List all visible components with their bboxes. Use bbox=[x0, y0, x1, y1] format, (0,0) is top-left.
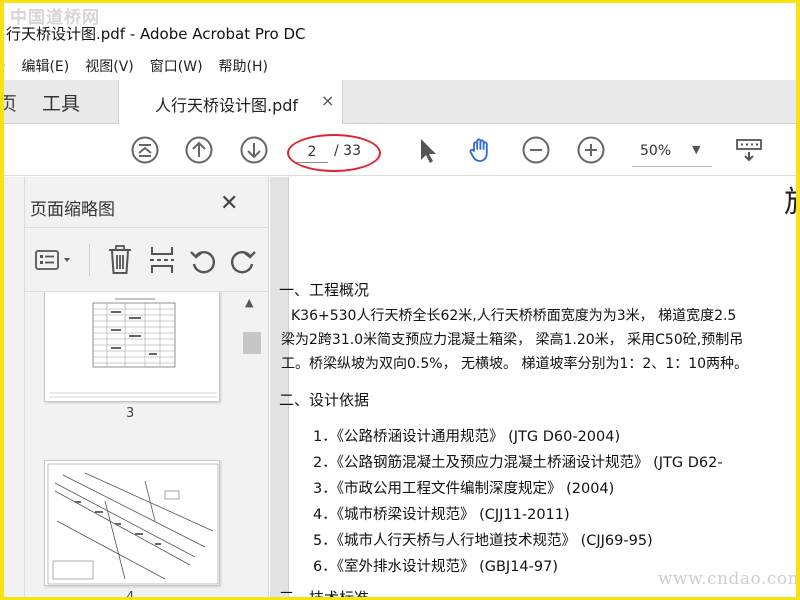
scrollbar-thumb[interactable] bbox=[243, 332, 261, 354]
reference-item: 3．《市政公用工程文件编制深度规定》 (2004) bbox=[313, 481, 615, 497]
reference-item: 1．《公路桥涵设计通用规范》 (JTG D60-2004) bbox=[313, 429, 621, 445]
tab-document[interactable]: 人行天桥设计图.pdf × bbox=[119, 80, 343, 125]
paragraph-line: 梁为2跨31.0米简支预应力混凝土箱梁， 梁高1.20米， 采用C50砼,预制吊 bbox=[281, 332, 744, 348]
highlight-annotation bbox=[287, 134, 381, 172]
reference-item: 4．《城市桥梁设计规范》 (CJJ11-2011) bbox=[313, 507, 570, 523]
tab-bar: 页 工具 人行天桥设计图.pdf × bbox=[4, 80, 796, 125]
zoom-dropdown-caret-icon[interactable]: ▼ bbox=[692, 143, 700, 156]
app-window: 中国道桥网 行天桥设计图.pdf - Adobe Acrobat Pro DC … bbox=[0, 0, 800, 600]
next-page-button[interactable] bbox=[239, 135, 269, 165]
hand-tool-button[interactable] bbox=[466, 135, 496, 165]
zoom-out-icon bbox=[522, 136, 550, 164]
section-heading: 三、技术标准 bbox=[279, 589, 370, 600]
rotate-clockwise-icon[interactable] bbox=[228, 246, 258, 276]
section-heading: 一、工程概况 bbox=[279, 281, 370, 299]
tab-document-label: 人行天桥设计图.pdf bbox=[155, 96, 299, 115]
thumbnail-page-4[interactable] bbox=[44, 460, 220, 586]
menu-bar: ) 编辑(E) 视图(V) 窗口(W) 帮助(H) bbox=[4, 53, 796, 79]
section-heading: 二、设计依据 bbox=[279, 391, 370, 409]
zoom-level-select[interactable]: 50% bbox=[640, 143, 671, 159]
trash-icon[interactable] bbox=[107, 244, 133, 276]
scroll-up-arrow-icon[interactable]: ▲ bbox=[245, 296, 253, 309]
first-page-button[interactable] bbox=[130, 135, 160, 165]
reference-item: 6．《室外排水设计规范》 (GBJ14-97) bbox=[313, 559, 558, 575]
thumbnail-list: 3 4 bbox=[24, 292, 242, 600]
first-page-icon bbox=[131, 136, 159, 164]
thumbnail-image bbox=[47, 463, 219, 585]
tab-home[interactable]: 页 bbox=[4, 89, 17, 116]
thumbnail-image bbox=[49, 298, 217, 398]
menu-help[interactable]: 帮助(H) bbox=[211, 56, 276, 76]
zoom-out-button[interactable] bbox=[521, 135, 551, 165]
arrow-up-icon bbox=[185, 136, 213, 164]
thumbnail-panel-title: 页面缩略图 bbox=[30, 200, 115, 220]
menu-edit[interactable]: 编辑(E) bbox=[13, 56, 77, 76]
document-page: 旅 一、工程概况 K36+530人行天桥全长62米,人行天桥桥面宽度为为3米， … bbox=[279, 177, 796, 597]
thumbnail-scrollbar[interactable]: ▲ bbox=[242, 292, 262, 597]
watermark-bottom: www.cndao.com bbox=[658, 569, 800, 589]
thumbnail-panel: 页面缩略图 ✕ 3 4 ▲ bbox=[4, 177, 269, 600]
menu-window[interactable]: 窗口(W) bbox=[142, 56, 211, 76]
thumbnail-page-number: 3 bbox=[126, 406, 135, 421]
menu-view[interactable]: 视图(V) bbox=[77, 56, 142, 76]
select-tool-button[interactable] bbox=[412, 135, 442, 165]
page-heading-fragment: 旅 bbox=[784, 177, 796, 221]
previous-page-button[interactable] bbox=[184, 135, 214, 165]
menu-file[interactable]: ) bbox=[4, 58, 13, 74]
extract-pages-icon[interactable] bbox=[148, 244, 176, 276]
paragraph-line: 工。桥梁纵坡为双向0.5%， 无横坡。 梯道坡率分别为1：2、1：10两种。 bbox=[281, 356, 749, 372]
cursor-arrow-icon bbox=[421, 139, 436, 163]
rotate-counterclockwise-icon[interactable] bbox=[188, 246, 218, 276]
reference-item: 5．《城市人行天桥与人行地道技术规范》 (CJJ69-95) bbox=[313, 533, 653, 549]
title-bar: 中国道桥网 行天桥设计图.pdf - Adobe Acrobat Pro DC bbox=[4, 3, 796, 51]
zoom-underline bbox=[632, 166, 712, 167]
thumbnail-page-3[interactable] bbox=[44, 292, 220, 402]
thumbnail-options-icon[interactable] bbox=[34, 248, 76, 274]
window-title: 行天桥设计图.pdf - Adobe Acrobat Pro DC bbox=[6, 25, 306, 43]
tab-tools[interactable]: 工具 bbox=[42, 89, 80, 116]
reference-item: 2．《公路钢筋混凝土及预应力混凝土桥涵设计规范》 (JTG D62- bbox=[313, 455, 723, 471]
arrow-down-icon bbox=[240, 136, 268, 164]
zoom-in-button[interactable] bbox=[576, 135, 606, 165]
thumbnail-toolbar bbox=[24, 228, 269, 292]
thumbnail-page-number: 4 bbox=[126, 590, 135, 600]
thumbnail-panel-close-button[interactable]: ✕ bbox=[220, 191, 238, 216]
keyboard-icon bbox=[736, 139, 762, 162]
tab-close-button[interactable]: × bbox=[321, 91, 334, 110]
zoom-in-icon bbox=[577, 136, 605, 164]
main-toolbar: 2 / 33 50% ▼ bbox=[4, 124, 796, 176]
paragraph-line: K36+530人行天桥全长62米,人行天桥桥面宽度为为3米， 梯道宽度2.5 bbox=[291, 308, 737, 324]
more-tools-button[interactable] bbox=[734, 135, 764, 165]
hand-icon bbox=[469, 138, 488, 162]
toolbar-separator bbox=[89, 244, 90, 276]
document-view[interactable]: 旅 一、工程概况 K36+530人行天桥全长62米,人行天桥桥面宽度为为3米， … bbox=[270, 177, 796, 597]
